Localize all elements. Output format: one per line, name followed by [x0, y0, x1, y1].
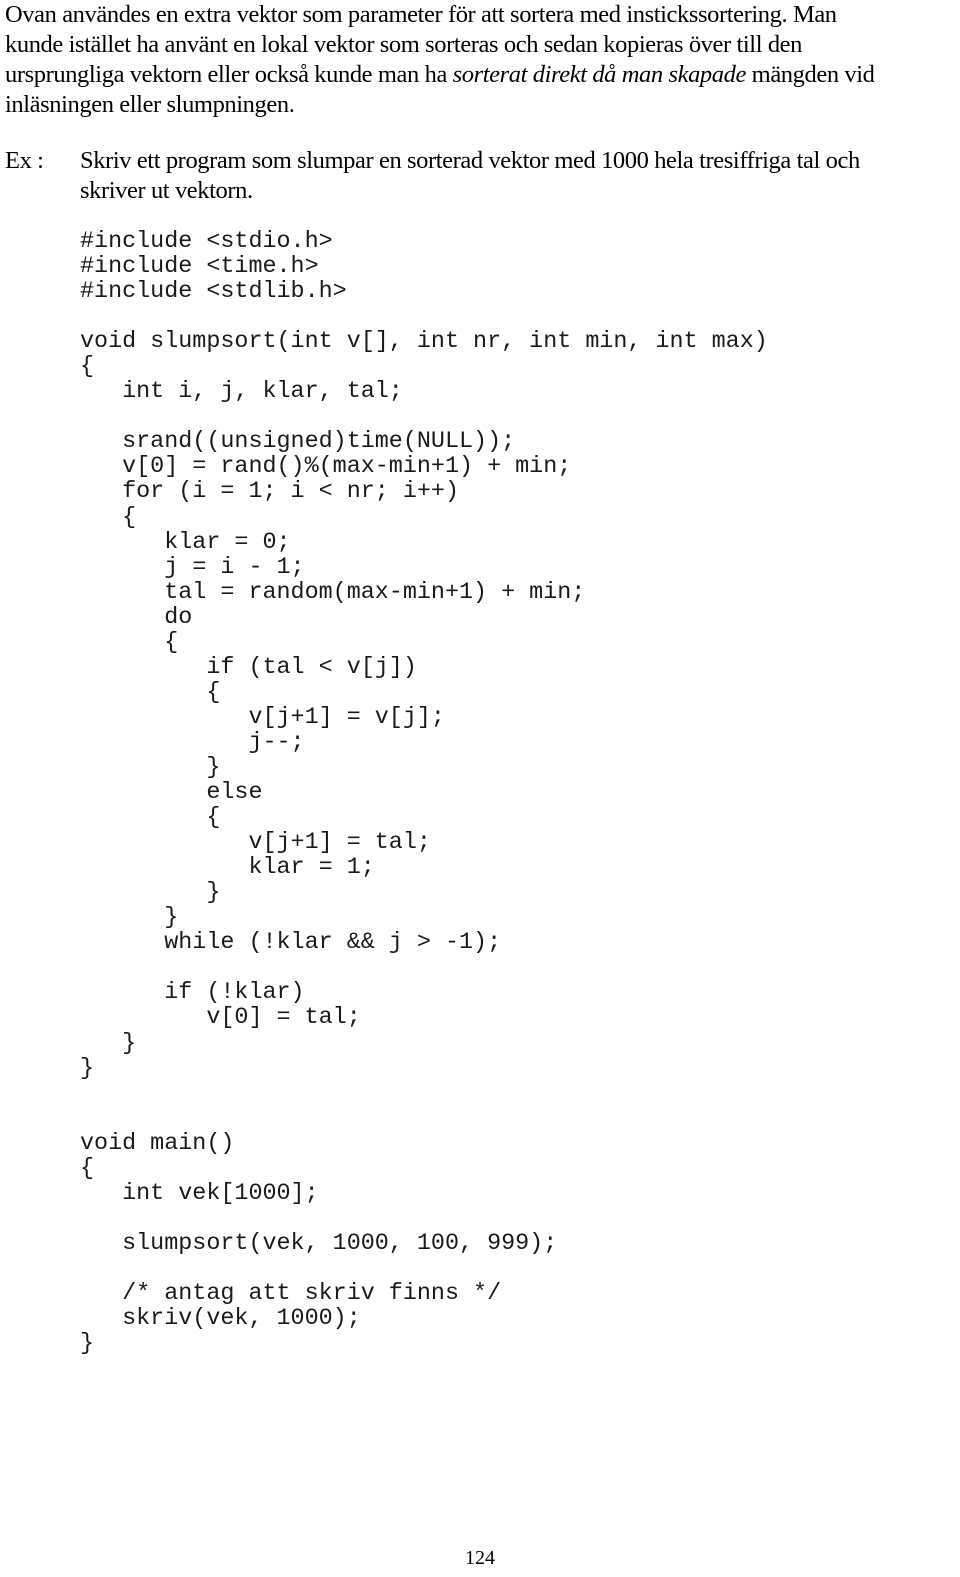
- code-line: {: [80, 629, 179, 656]
- code-line: klar = 1;: [80, 855, 375, 882]
- code-line: #include <stdio.h>: [80, 229, 333, 255]
- code-line: #include <stdlib.h>: [80, 279, 347, 306]
- intro-line: inläsningen eller slumpningen.: [5, 91, 295, 118]
- code-line: j--;: [80, 729, 305, 756]
- code-line: }: [80, 754, 221, 781]
- code-line: v[0] = rand()%(max-min+1) + min;: [80, 454, 572, 481]
- code-line: skriv(vek, 1000);: [80, 1306, 361, 1333]
- intro-emphasis: sorterat direkt då man skapade: [452, 61, 747, 88]
- code-listing: #include <stdio.h> #include <time.h> #incl…: [80, 229, 768, 1358]
- code-line: tal = random(max-min+1) + min;: [80, 579, 586, 606]
- code-line: while (!klar && j > -1);: [80, 930, 502, 957]
- code-line: {: [80, 1155, 95, 1182]
- page-number: 124: [465, 1547, 495, 1569]
- code-line: else: [80, 780, 263, 807]
- code-line: v[j+1] = tal;: [80, 830, 431, 857]
- intro-text: ursprungliga vektorn eller också kunde m…: [5, 61, 453, 88]
- code-line: int vek[1000];: [80, 1180, 319, 1207]
- code-line: }: [80, 1331, 95, 1358]
- intro-paragraph: Ovan användes en extra vektor som parame…: [5, 0, 960, 120]
- code-line: #include <time.h>: [80, 254, 319, 281]
- code-line: void slumpsort(int v[], int nr, int min,…: [80, 329, 768, 356]
- code-line: if (!klar): [80, 980, 305, 1007]
- code-line: void main(): [80, 1130, 235, 1157]
- intro-text: mängden vid: [745, 61, 875, 88]
- intro-line: Ovan användes en extra vektor som parame…: [5, 1, 837, 28]
- code-line: {: [80, 504, 137, 531]
- code-line: }: [80, 1030, 137, 1057]
- code-line: }: [80, 905, 179, 932]
- code-line: j = i - 1;: [80, 554, 305, 581]
- code-line: v[j+1] = v[j];: [80, 704, 445, 731]
- code-line: if (tal < v[j]): [80, 654, 417, 681]
- example-description: Skriv ett program som slumpar en sortera…: [80, 146, 955, 206]
- code-line: }: [80, 1055, 95, 1082]
- example-label: Ex :: [5, 147, 44, 174]
- code-line: v[0] = tal;: [80, 1005, 361, 1032]
- intro-line: kunde istället ha använt en lokal vektor…: [5, 31, 802, 58]
- code-line: {: [80, 805, 221, 832]
- code-line: {: [80, 354, 95, 381]
- code-line: }: [80, 880, 221, 907]
- code-line: for (i = 1; i < nr; i++): [80, 479, 459, 506]
- intro-line: ursprungliga vektorn eller också kunde m…: [5, 60, 960, 90]
- code-line: klar = 0;: [80, 529, 291, 556]
- code-line: /* antag att skriv finns */: [80, 1280, 502, 1307]
- code-line: do: [80, 604, 193, 631]
- code-line: int i, j, klar, tal;: [80, 379, 403, 406]
- code-line: srand((unsigned)time(NULL));: [80, 429, 516, 456]
- example-text-line: Skriv ett program som slumpar en sortera…: [80, 147, 860, 174]
- code-line: slumpsort(vek, 1000, 100, 999);: [80, 1230, 558, 1257]
- code-line: {: [80, 679, 221, 706]
- example-text-line: skriver ut vektorn.: [80, 177, 253, 204]
